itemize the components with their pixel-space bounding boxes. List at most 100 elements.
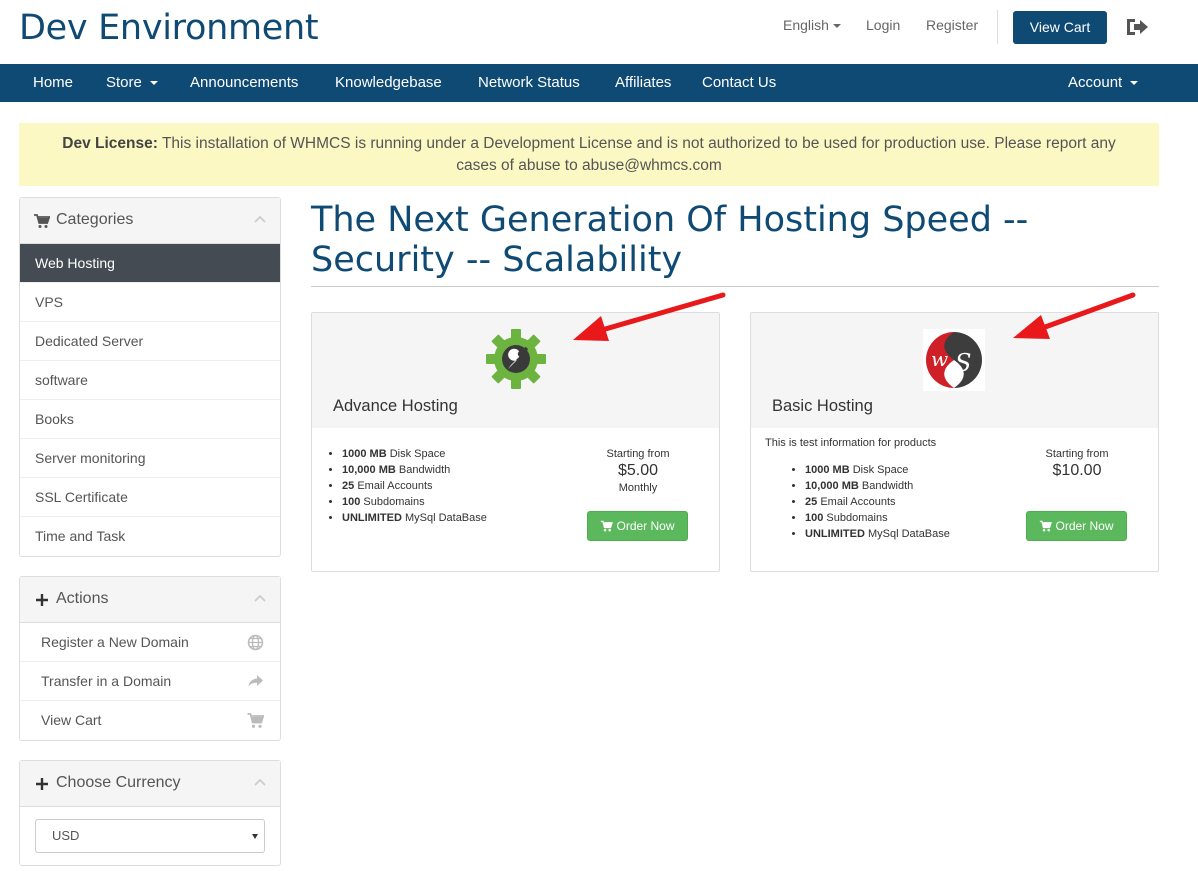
header-divider bbox=[997, 10, 998, 44]
product-name: Basic Hosting bbox=[772, 397, 873, 415]
currency-body: USD bbox=[20, 807, 280, 865]
nav-knowledgebase[interactable]: Knowledgebase bbox=[335, 64, 442, 102]
caret-down-icon bbox=[149, 81, 158, 86]
plus-icon bbox=[36, 778, 48, 790]
currency-panel: Choose Currency USD bbox=[19, 760, 281, 866]
action-label: View Cart bbox=[41, 712, 102, 728]
product-name: Advance Hosting bbox=[333, 397, 458, 415]
svg-text:w: w bbox=[931, 347, 948, 371]
category-item-web-hosting[interactable]: Web Hosting bbox=[20, 244, 280, 283]
nav-store-label: Store bbox=[106, 74, 142, 91]
action-label: Register a New Domain bbox=[41, 634, 189, 650]
category-item-ssl-certificate[interactable]: SSL Certificate bbox=[20, 478, 280, 517]
shopping-cart-icon bbox=[34, 214, 50, 228]
shopping-cart-icon bbox=[601, 520, 614, 532]
main-navbar: Home Store Announcements Knowledgebase N… bbox=[0, 64, 1198, 102]
feature-item: 1000 MB Disk Space bbox=[805, 462, 950, 478]
caret-down-icon bbox=[832, 24, 841, 29]
ws-brand-logo: w S bbox=[923, 329, 985, 391]
order-now-button[interactable]: Order Now bbox=[1026, 511, 1127, 541]
product-card-basic-hosting: w S Basic Hosting This is test informati… bbox=[750, 312, 1159, 572]
currency-title: Choose Currency bbox=[56, 774, 181, 791]
nav-network-status[interactable]: Network Status bbox=[478, 64, 580, 102]
shopping-cart-icon bbox=[247, 713, 264, 728]
order-now-label: Order Now bbox=[1055, 519, 1114, 533]
category-item-software[interactable]: software bbox=[20, 361, 280, 400]
categories-panel: Categories Web Hosting VPS Dedicated Ser… bbox=[19, 197, 281, 557]
gear-wrench-icon bbox=[486, 329, 546, 389]
actions-panel: Actions Register a New Domain Transfer i… bbox=[19, 576, 281, 741]
dev-license-alert: Dev License: This installation of WHMCS … bbox=[19, 123, 1159, 186]
category-item-dedicated-server[interactable]: Dedicated Server bbox=[20, 322, 280, 361]
feature-item: UNLIMITED MySql DataBase bbox=[342, 510, 487, 526]
product-pricing: Starting from $10.00 bbox=[1022, 448, 1132, 480]
actions-panel-header[interactable]: Actions bbox=[20, 577, 280, 623]
nav-announcements[interactable]: Announcements bbox=[190, 64, 298, 102]
feature-item: 1000 MB Disk Space bbox=[342, 446, 487, 462]
plus-icon bbox=[36, 594, 48, 606]
feature-item: 10,000 MB Bandwidth bbox=[805, 478, 950, 494]
logout-icon[interactable] bbox=[1125, 16, 1149, 38]
alert-label: Dev License: bbox=[62, 135, 158, 152]
language-label: English bbox=[783, 17, 829, 33]
feature-item: 100 Subdomains bbox=[342, 494, 487, 510]
product-pricing: Starting from $5.00 Monthly bbox=[583, 448, 693, 494]
feature-item: 25 Email Accounts bbox=[342, 478, 487, 494]
svg-text:S: S bbox=[955, 349, 971, 377]
categories-title: Categories bbox=[56, 211, 134, 228]
feature-item: UNLIMITED MySql DataBase bbox=[805, 526, 950, 542]
annotation-arrow-icon bbox=[573, 292, 726, 341]
view-cart-button[interactable]: View Cart bbox=[1013, 11, 1107, 44]
action-register-domain[interactable]: Register a New Domain bbox=[20, 623, 280, 662]
brand-logo-text[interactable]: Dev Environment bbox=[19, 8, 319, 48]
product-price: $5.00 bbox=[617, 462, 659, 479]
product-description: This is test information for products bbox=[765, 437, 937, 449]
order-now-button[interactable]: Order Now bbox=[587, 511, 688, 541]
order-now-label: Order Now bbox=[616, 519, 675, 533]
currency-select[interactable]: USD bbox=[35, 819, 265, 853]
category-item-time-and-task[interactable]: Time and Task bbox=[20, 517, 280, 556]
nav-contact-us[interactable]: Contact Us bbox=[702, 64, 776, 102]
title-divider bbox=[311, 286, 1159, 287]
language-dropdown[interactable]: English bbox=[783, 17, 841, 33]
action-view-cart[interactable]: View Cart bbox=[20, 701, 280, 740]
product-features: 1000 MB Disk Space 10,000 MB Bandwidth 2… bbox=[326, 446, 487, 526]
share-arrow-icon bbox=[248, 675, 263, 687]
billing-cycle: Monthly bbox=[618, 482, 658, 494]
product-price: $10.00 bbox=[1052, 462, 1102, 479]
feature-item: 25 Email Accounts bbox=[805, 494, 950, 510]
nav-affiliates[interactable]: Affiliates bbox=[615, 64, 671, 102]
nav-home[interactable]: Home bbox=[33, 64, 73, 102]
product-features: 1000 MB Disk Space 10,000 MB Bandwidth 2… bbox=[789, 462, 950, 542]
category-item-vps[interactable]: VPS bbox=[20, 283, 280, 322]
nav-account[interactable]: Account bbox=[1068, 64, 1139, 102]
product-card-advance-hosting: Advance Hosting 1000 MB Disk Space 10,00… bbox=[311, 312, 720, 572]
categories-panel-header[interactable]: Categories bbox=[20, 198, 280, 244]
globe-icon bbox=[247, 634, 264, 651]
login-link[interactable]: Login bbox=[866, 17, 900, 33]
caret-down-icon bbox=[252, 834, 258, 839]
feature-item: 10,000 MB Bandwidth bbox=[342, 462, 487, 478]
feature-item: 100 Subdomains bbox=[805, 510, 950, 526]
actions-title: Actions bbox=[56, 590, 109, 607]
currency-selected-value: USD bbox=[52, 828, 80, 843]
shopping-cart-icon bbox=[1040, 520, 1053, 532]
register-link[interactable]: Register bbox=[926, 17, 978, 33]
starting-from-label: Starting from bbox=[606, 448, 670, 460]
nav-store[interactable]: Store bbox=[106, 64, 158, 102]
currency-panel-header[interactable]: Choose Currency bbox=[20, 761, 280, 807]
alert-message: This installation of WHMCS is running un… bbox=[161, 135, 1116, 174]
category-item-books[interactable]: Books bbox=[20, 400, 280, 439]
chevron-up-icon[interactable] bbox=[254, 215, 266, 223]
chevron-up-icon[interactable] bbox=[254, 778, 266, 786]
category-item-server-monitoring[interactable]: Server monitoring bbox=[20, 439, 280, 478]
caret-down-icon bbox=[1130, 81, 1139, 86]
starting-from-label: Starting from bbox=[1045, 448, 1109, 460]
action-label: Transfer in a Domain bbox=[41, 673, 172, 689]
annotation-arrow-icon bbox=[1013, 292, 1136, 339]
page-title: The Next Generation Of Hosting Speed -- … bbox=[311, 200, 1029, 280]
nav-account-label: Account bbox=[1068, 74, 1123, 91]
site-header: Dev Environment English Login Register V… bbox=[0, 0, 1198, 64]
action-transfer-domain[interactable]: Transfer in a Domain bbox=[20, 662, 280, 701]
chevron-up-icon[interactable] bbox=[254, 594, 266, 602]
